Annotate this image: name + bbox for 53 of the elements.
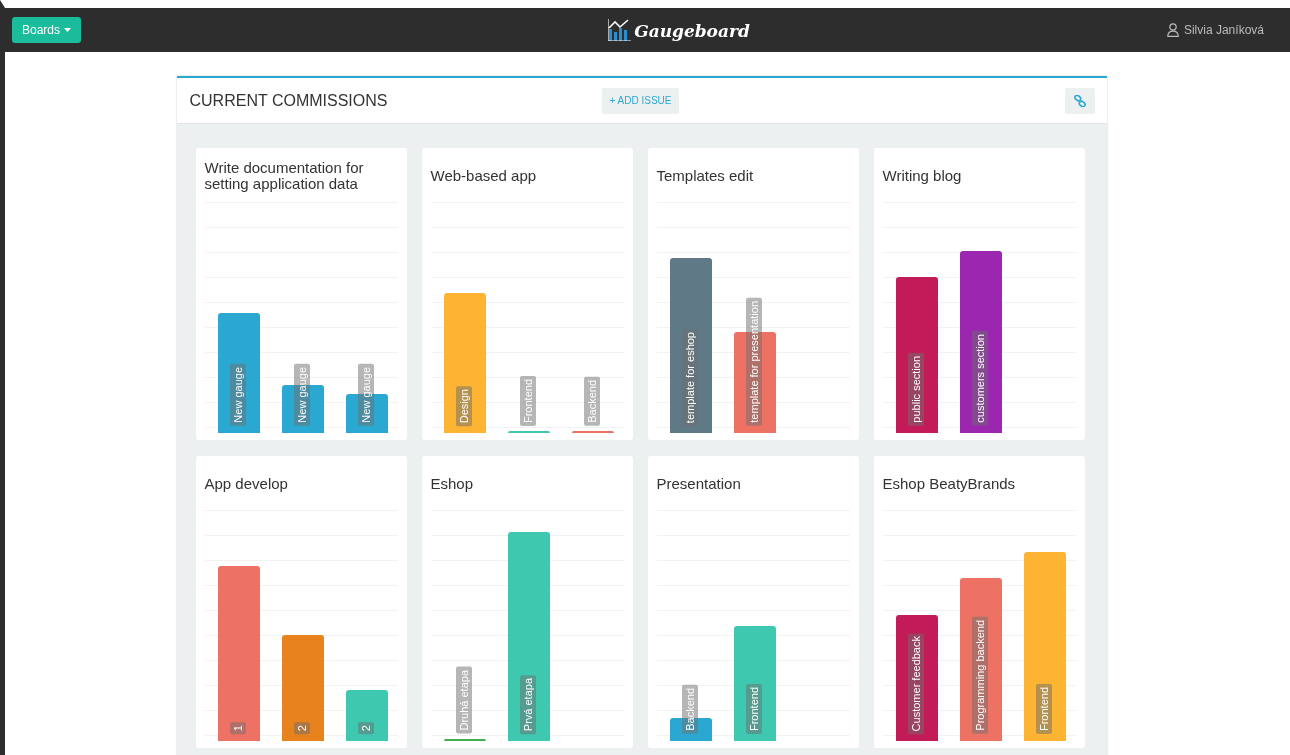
gauge-bar[interactable] [959, 577, 1002, 741]
gauge-bar[interactable] [733, 626, 776, 741]
gauge-bar[interactable] [959, 251, 1002, 433]
user-name-link[interactable]: Silvia Janíková [1183, 23, 1264, 37]
gauge-bar[interactable] [1023, 552, 1066, 741]
gauge-bar[interactable] [895, 614, 938, 741]
gauge-label: Frontend [519, 375, 536, 426]
gauge-label: New gauge [293, 364, 310, 426]
gauge-label: Frontend [1035, 683, 1052, 734]
gauge-label: Backend [583, 377, 600, 426]
gauge-label: New gauge [357, 364, 374, 426]
gauge-label: 2 [357, 721, 374, 734]
gauge-label: Backend [681, 685, 698, 734]
gauge-label: 1 [229, 721, 246, 734]
gauge-label: Druhá etapa [455, 667, 472, 734]
gauge-bar[interactable] [217, 566, 260, 741]
gauge-label: Programming backend [971, 617, 988, 734]
gauge-bar[interactable] [217, 313, 260, 433]
board-title: Write documentation for setting application data [204, 158, 365, 194]
gauge-bar[interactable] [571, 430, 614, 433]
gauge-label: Frontend [745, 683, 762, 734]
gauge-label: customers section [971, 331, 988, 426]
board-title: Web-based app [430, 166, 538, 186]
link-icon [1073, 94, 1086, 107]
panel-title: CURRENT COMMISSIONS [189, 91, 389, 110]
add-issue-button[interactable]: + ADD ISSUE [601, 87, 680, 114]
link-button[interactable] [1064, 87, 1095, 114]
gauge-bar[interactable] [669, 258, 712, 433]
logo-chart-icon [608, 19, 632, 41]
boards-dropdown-button[interactable]: Boards [12, 17, 82, 43]
app-logo-text: Gaugeboard [634, 21, 750, 41]
board-title: Writing blog [882, 166, 963, 186]
board-title: App develop [204, 474, 289, 494]
gauge-label: 2 [293, 721, 310, 734]
gauge-label: template for presentation [745, 298, 762, 426]
gauge-bar[interactable] [507, 531, 550, 741]
caret-icon [64, 28, 72, 32]
gauge-label: Customer feedback [907, 632, 924, 734]
gauge-bar[interactable] [345, 690, 388, 741]
board-title: Templates edit [656, 166, 755, 186]
board-title: Eshop [430, 474, 475, 494]
gauge-bar[interactable] [895, 276, 938, 433]
gauge-label: New gauge [229, 364, 246, 426]
board-title: Eshop BeatyBrands [882, 474, 1017, 494]
user-icon [1166, 23, 1179, 37]
gauge-bar[interactable] [443, 292, 486, 433]
board-title: Presentation [656, 474, 742, 494]
gauge-label: template for eshop [681, 328, 698, 426]
gauge-bar[interactable] [443, 738, 486, 741]
gauge-label: public section [907, 353, 924, 426]
gauge-bar[interactable] [281, 635, 324, 741]
gauge-label: Design [455, 385, 472, 426]
gauge-label: Prvá etapa [519, 674, 536, 734]
